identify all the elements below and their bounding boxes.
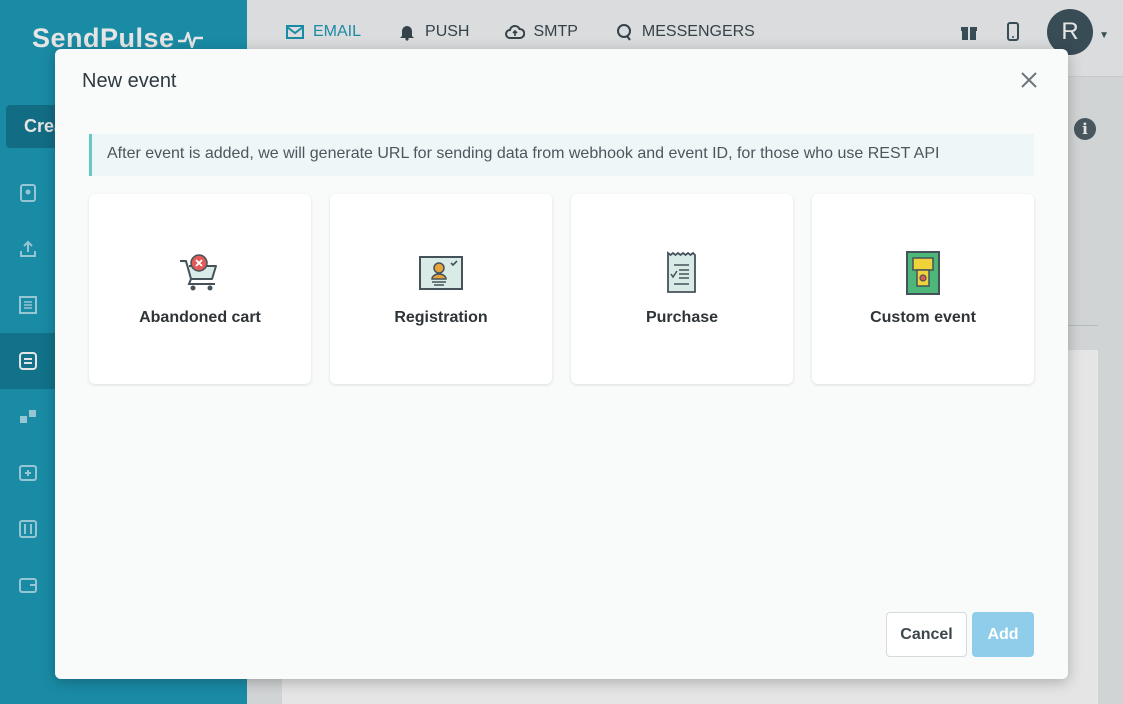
event-card-purchase[interactable]: Purchase — [571, 194, 793, 384]
registration-card-icon — [419, 256, 463, 290]
event-card-label: Custom event — [870, 309, 976, 326]
custom-device-icon — [906, 251, 940, 295]
event-card-label: Purchase — [645, 309, 719, 326]
shopping-cart-icon — [180, 254, 217, 291]
close-icon[interactable] — [1018, 69, 1040, 91]
cancel-button[interactable]: Cancel — [886, 612, 967, 657]
receipt-icon — [667, 251, 696, 293]
event-card-registration[interactable]: Registration — [330, 194, 552, 384]
add-button[interactable]: Add — [972, 612, 1034, 657]
new-event-modal: New event After event is added, we will … — [55, 49, 1068, 679]
modal-title: New event — [82, 70, 177, 92]
event-card-label: Registration — [394, 309, 488, 326]
event-card-custom-event[interactable]: Custom event — [812, 194, 1034, 384]
event-card-abandoned-cart[interactable]: Abandoned cart — [89, 194, 311, 384]
event-card-label: Abandoned cart — [139, 309, 261, 326]
info-note: After event is added, we will generate U… — [89, 134, 1034, 176]
event-type-cards: Abandoned cart Registration Purchase Cus… — [89, 194, 1034, 384]
